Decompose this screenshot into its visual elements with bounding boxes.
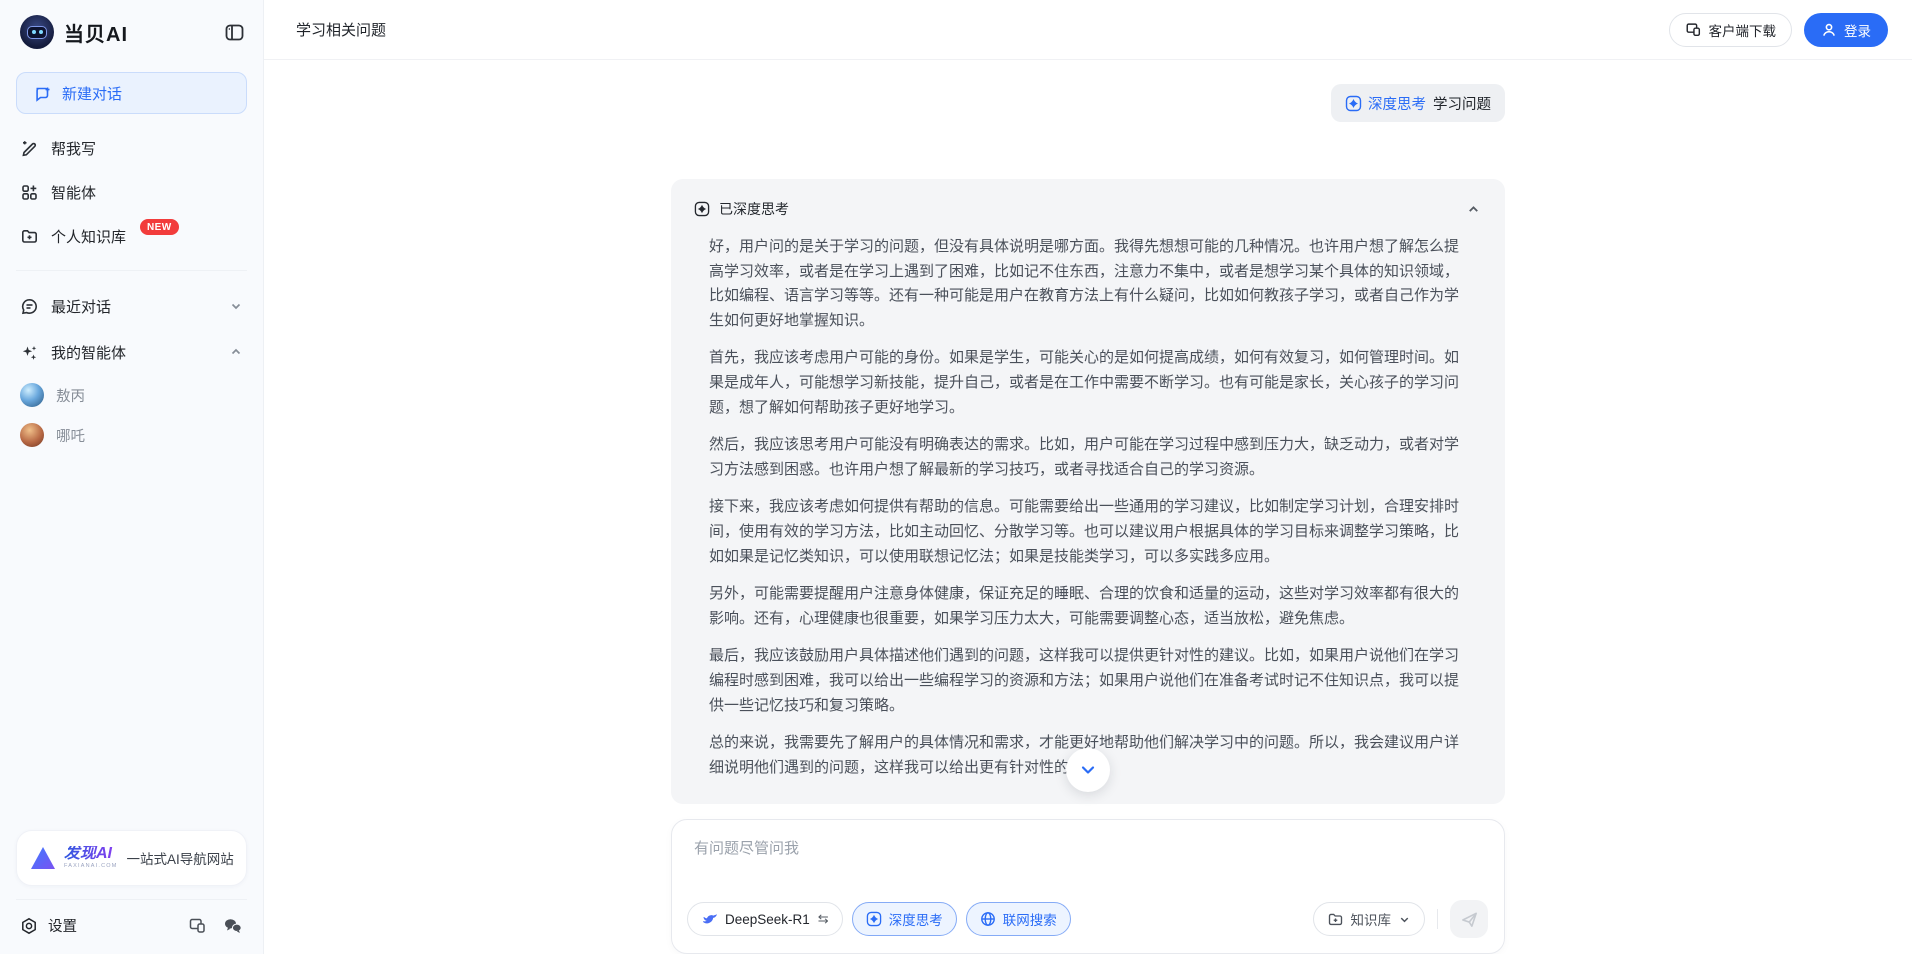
deep-think-icon — [1345, 95, 1362, 112]
user-message-bubble: 深度思考 学习问题 — [1331, 84, 1505, 122]
main-area: 学习相关问题 客户端下载 — [264, 0, 1912, 954]
login-label: 登录 — [1844, 20, 1871, 40]
new-chat-icon — [33, 84, 52, 103]
discover-ai-slogan: 一站式AI导航网站 — [127, 848, 234, 868]
paper-plane-icon — [1460, 910, 1479, 929]
sidebar-header: 当贝AI — [0, 0, 263, 64]
sidebar: 当贝AI 新建对话 帮我写 — [0, 0, 264, 954]
model-selector-chip[interactable]: DeepSeek-R1 ⇆ — [687, 902, 843, 936]
client-download-button[interactable]: 客户端下载 — [1669, 13, 1793, 47]
sidebar-divider — [16, 270, 247, 271]
agent-item-nezha[interactable]: 哪吒 — [8, 415, 255, 455]
thinking-paragraph: 另外，可能需要提醒用户注意身体健康，保证充足的睡眠、合理的饮食和适量的运动，这些… — [709, 582, 1463, 631]
top-bar: 学习相关问题 客户端下载 — [264, 0, 1912, 60]
deep-think-tag-label: 深度思考 — [1368, 93, 1426, 114]
agent-item-aobing[interactable]: 敖丙 — [8, 375, 255, 415]
section-label: 我的智能体 — [51, 342, 126, 363]
sparkles-icon — [20, 343, 39, 362]
agent-avatar — [20, 423, 44, 447]
collapse-chevron-up-icon[interactable] — [1466, 202, 1481, 217]
sidebar-item-label: 智能体 — [51, 182, 96, 203]
settings-row: 设置 — [16, 913, 247, 942]
page-title: 学习相关问题 — [296, 19, 386, 40]
settings-button[interactable]: 设置 — [20, 915, 77, 936]
deep-think-toggle-label: 深度思考 — [889, 909, 943, 929]
sidebar-divider — [16, 899, 247, 900]
model-switch-icon: ⇆ — [818, 911, 829, 927]
chevron-up-icon[interactable] — [229, 345, 243, 359]
wechat-icon[interactable] — [223, 917, 243, 935]
grid-plus-icon — [20, 183, 39, 202]
thinking-panel-header[interactable]: 已深度思考 — [671, 179, 1505, 223]
send-button[interactable] — [1450, 900, 1488, 938]
discover-ai-logo-icon — [31, 847, 55, 869]
agent-avatar — [20, 383, 44, 407]
globe-icon — [980, 911, 996, 927]
sidebar-footer: 发现AI FAXIANAI.COM 一站式AI导航网站 设置 — [0, 830, 263, 954]
sidebar-section-my-agents[interactable]: 我的智能体 — [8, 329, 255, 375]
composer: DeepSeek-R1 ⇆ 深度思考 — [671, 819, 1505, 954]
discover-ai-banner[interactable]: 发现AI FAXIANAI.COM 一站式AI导航网站 — [16, 830, 247, 886]
web-search-toggle-label: 联网搜索 — [1003, 909, 1057, 929]
chat-scroll-area[interactable]: 深度思考 学习问题 已深度思考 — [264, 60, 1912, 954]
devices-icon — [1685, 21, 1702, 38]
app-title: 当贝AI — [64, 18, 128, 47]
user-message-text: 学习问题 — [1433, 93, 1491, 114]
thinking-paragraph: 接下来，我应该考虑如何提供有帮助的信息。可能需要给出一些通用的学习建议，比如制定… — [709, 495, 1463, 569]
thinking-text: 好，用户问的是关于学习的问题，但没有具体说明是哪方面。我得先想想可能的几种情况。… — [671, 223, 1505, 780]
sidebar-item-knowledge-base[interactable]: 个人知识库 NEW — [8, 214, 255, 258]
composer-toolbar: DeepSeek-R1 ⇆ 深度思考 — [672, 900, 1504, 953]
client-download-label: 客户端下载 — [1709, 20, 1777, 40]
sidebar-item-label: 帮我写 — [51, 138, 96, 159]
gear-icon — [20, 917, 38, 935]
sidebar-collapse-icon[interactable] — [224, 22, 245, 43]
thinking-paragraph: 好，用户问的是关于学习的问题，但没有具体说明是哪方面。我得先想想可能的几种情况。… — [709, 235, 1463, 333]
settings-label: 设置 — [48, 915, 77, 936]
knowledge-base-label: 知识库 — [1351, 909, 1392, 929]
user-message-row: 深度思考 学习问题 — [671, 84, 1505, 122]
folder-plus-icon — [1327, 911, 1344, 928]
chevron-down-icon — [1398, 913, 1411, 926]
sidebar-item-agents[interactable]: 智能体 — [8, 170, 255, 214]
message-input[interactable] — [672, 820, 1504, 900]
deepseek-whale-icon — [701, 913, 718, 926]
agent-name: 哪吒 — [56, 425, 85, 446]
thinking-paragraph: 最后，我应该鼓励用户具体描述他们遇到的问题，这样我可以提供更针对性的建议。比如，… — [709, 644, 1463, 718]
new-chat-button[interactable]: 新建对话 — [16, 72, 247, 114]
section-label: 最近对话 — [51, 296, 111, 317]
deep-think-tag: 深度思考 — [1345, 93, 1426, 114]
toolbar-divider — [1437, 909, 1438, 929]
discover-ai-brand: 发现AI FAXIANAI.COM — [64, 846, 118, 870]
thinking-panel-title: 已深度思考 — [719, 199, 789, 219]
thinking-paragraph: 然后，我应该思考用户可能没有明确表达的需求。比如，用户可能在学习过程中感到压力大… — [709, 433, 1463, 482]
chat-bubble-icon — [20, 297, 39, 316]
new-chat-label: 新建对话 — [62, 83, 122, 104]
login-button[interactable]: 登录 — [1804, 13, 1888, 47]
chevron-down-icon — [1077, 759, 1099, 781]
sidebar-item-label: 个人知识库 — [51, 226, 126, 247]
agent-name: 敖丙 — [56, 385, 85, 406]
deep-think-icon — [866, 911, 882, 927]
thinking-panel: 已深度思考 好，用户问的是关于学习的问题，但没有具体说明是哪方面。我得先想想可能… — [671, 179, 1505, 804]
sidebar-item-help-me-write[interactable]: 帮我写 — [8, 126, 255, 170]
deep-think-toggle[interactable]: 深度思考 — [852, 902, 957, 936]
thinking-paragraph: 首先，我应该考虑用户可能的身份。如果是学生，可能关心的是如何提高成绩，如何有效复… — [709, 346, 1463, 420]
web-search-toggle[interactable]: 联网搜索 — [966, 902, 1071, 936]
app-window: 当贝AI 新建对话 帮我写 — [0, 0, 1912, 954]
folder-plus-icon — [20, 227, 39, 246]
devices-icon[interactable] — [188, 916, 207, 935]
user-icon — [1821, 22, 1837, 38]
new-badge: NEW — [140, 219, 179, 235]
app-logo-icon — [20, 15, 54, 49]
scroll-to-bottom-button[interactable] — [1066, 748, 1110, 792]
model-label: DeepSeek-R1 — [725, 912, 810, 927]
knowledge-base-selector[interactable]: 知识库 — [1313, 902, 1426, 936]
sidebar-section-recent-chats[interactable]: 最近对话 — [8, 283, 255, 329]
pen-icon — [20, 139, 39, 158]
deep-think-icon — [694, 201, 710, 217]
chevron-down-icon[interactable] — [229, 299, 243, 313]
